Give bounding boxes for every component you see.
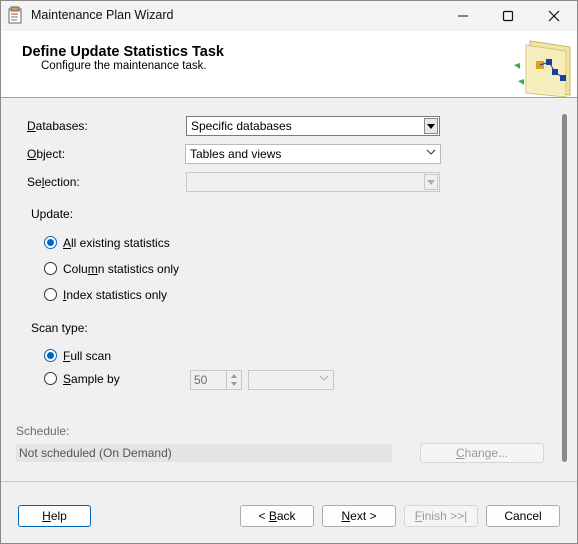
- scrollbar[interactable]: [562, 114, 567, 462]
- cancel-button[interactable]: Cancel: [486, 505, 560, 527]
- maximize-icon: [502, 10, 514, 22]
- maximize-button[interactable]: [485, 1, 531, 31]
- all-existing-statistics-label[interactable]: All existing statistics: [63, 236, 170, 250]
- window-title: Maintenance Plan Wizard: [31, 8, 174, 22]
- scan-type-label: Scan type:: [31, 321, 88, 335]
- sample-by-label[interactable]: Sample by: [63, 372, 120, 386]
- page-subtitle: Configure the maintenance task.: [41, 60, 207, 72]
- databases-value: Specific databases: [191, 119, 292, 133]
- update-label: Update:: [31, 207, 74, 221]
- minimize-icon: [458, 15, 468, 17]
- object-value: Tables and views: [190, 147, 282, 161]
- help-button[interactable]: Help: [18, 505, 91, 527]
- back-button[interactable]: < Back: [240, 505, 314, 527]
- object-combo[interactable]: Tables and views: [185, 144, 441, 164]
- chevron-down-icon: [426, 149, 436, 155]
- footer-divider: [1, 481, 577, 482]
- close-icon: [548, 10, 560, 22]
- dropdown-arrow-icon: [424, 174, 438, 190]
- databases-label: Databases:: [27, 119, 88, 133]
- sample-unit-combo[interactable]: [248, 370, 334, 390]
- stepper-buttons[interactable]: [226, 371, 241, 389]
- page-title: Define Update Statistics Task: [22, 44, 224, 60]
- databases-combo[interactable]: Specific databases: [186, 116, 440, 136]
- close-button[interactable]: [531, 1, 577, 31]
- column-statistics-only-radio[interactable]: [44, 262, 57, 275]
- full-scan-label[interactable]: Full scan: [63, 349, 111, 363]
- selection-combo[interactable]: [186, 172, 440, 192]
- object-label: Object:: [27, 147, 66, 161]
- wizard-banner-icon: [512, 37, 574, 98]
- index-statistics-only-label[interactable]: Index statistics only: [63, 288, 167, 302]
- schedule-label: Schedule:: [16, 424, 70, 438]
- finish-button[interactable]: Finish >>|: [404, 505, 478, 527]
- column-statistics-only-label[interactable]: Column statistics only: [63, 262, 179, 276]
- app-icon: [8, 6, 24, 24]
- minimize-button[interactable]: [440, 1, 486, 31]
- stepper-arrows-icon: [231, 374, 237, 386]
- change-schedule-button[interactable]: Change...: [420, 443, 544, 463]
- selection-label: Selection:: [27, 175, 80, 189]
- sample-percent-stepper[interactable]: 50: [190, 370, 242, 390]
- chevron-down-icon: [319, 375, 329, 381]
- dropdown-arrow-icon[interactable]: [424, 118, 438, 134]
- next-button[interactable]: Next >: [322, 505, 396, 527]
- index-statistics-only-radio[interactable]: [44, 288, 57, 301]
- schedule-field: Not scheduled (On Demand): [16, 444, 392, 462]
- sample-by-radio[interactable]: [44, 372, 57, 385]
- all-existing-statistics-radio[interactable]: [44, 236, 57, 249]
- full-scan-radio[interactable]: [44, 349, 57, 362]
